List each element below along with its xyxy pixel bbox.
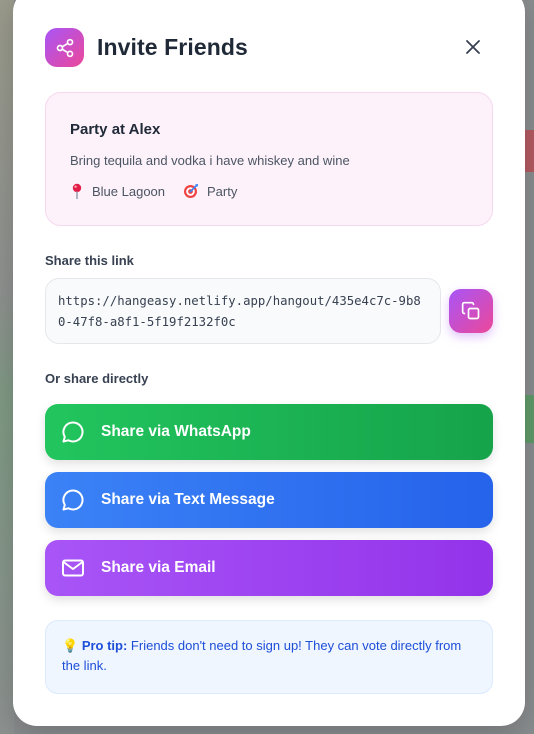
message-icon — [62, 489, 84, 511]
backdrop-hint — [0, 0, 14, 734]
chat-bubble-icon — [62, 421, 84, 443]
event-meta: Blue Lagoon Party — [70, 183, 255, 199]
share-whatsapp-button[interactable]: Share via WhatsApp — [45, 404, 493, 460]
event-description: Bring tequila and vodka i have whiskey a… — [70, 153, 350, 168]
modal-header: Invite Friends — [45, 28, 493, 68]
share-text-message-label: Share via Text Message — [101, 491, 275, 508]
pro-tip-title: Pro tip: — [81, 638, 128, 653]
share-link-label: Share this link — [45, 253, 134, 268]
copy-icon — [461, 301, 480, 320]
pro-tip-box: 💡 Pro tip: Friends don't need to sign up… — [45, 620, 493, 694]
share-email-button[interactable]: Share via Email — [45, 540, 493, 596]
share-email-label: Share via Email — [101, 559, 216, 576]
mail-icon — [62, 559, 84, 577]
share-whatsapp-label: Share via WhatsApp — [101, 423, 251, 440]
event-name: Party at Alex — [70, 121, 161, 138]
event-location: Blue Lagoon — [70, 183, 165, 199]
target-icon — [184, 184, 199, 198]
event-category-label: Party — [207, 183, 238, 199]
share-directly-label: Or share directly — [45, 371, 149, 386]
event-location-label: Blue Lagoon — [92, 183, 166, 199]
invite-friends-modal: Invite Friends Party at Alex Bring tequi… — [13, 0, 525, 726]
modal-title: Invite Friends — [97, 34, 248, 60]
share-text-message-button[interactable]: Share via Text Message — [45, 472, 493, 528]
close-icon — [466, 40, 480, 54]
share-link-field[interactable]: https://hangeasy.netlify.app/hangout/435… — [45, 278, 441, 344]
event-category: Party — [183, 183, 237, 199]
pin-icon — [72, 183, 82, 199]
close-button[interactable] — [461, 35, 485, 59]
event-summary-card: Party at Alex Bring tequila and vodka i … — [45, 92, 493, 226]
share-icon — [45, 28, 84, 67]
lightbulb-icon: 💡 — [62, 638, 79, 653]
copy-link-button[interactable] — [449, 289, 493, 333]
